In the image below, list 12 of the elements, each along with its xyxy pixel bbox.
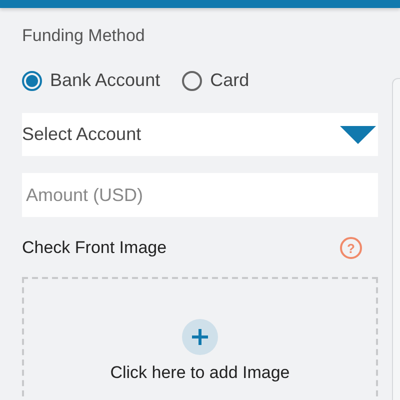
radio-option[interactable]: Card xyxy=(182,70,250,91)
radio-label: Bank Account xyxy=(50,70,160,91)
radio-label: Card xyxy=(210,70,250,91)
dropdown-value: Select Account xyxy=(22,124,142,145)
account-dropdown[interactable]: Select Account xyxy=(22,113,378,156)
radio-option[interactable]: Bank Account xyxy=(22,70,160,91)
amount-field[interactable]: Amount (USD) xyxy=(22,173,378,217)
upload-text: Click here to add Image xyxy=(110,363,290,383)
field-label: Check Front Image xyxy=(22,238,167,258)
caret-icon xyxy=(340,126,376,144)
section-label: Funding Method xyxy=(22,26,146,46)
plus-icon xyxy=(182,319,218,355)
